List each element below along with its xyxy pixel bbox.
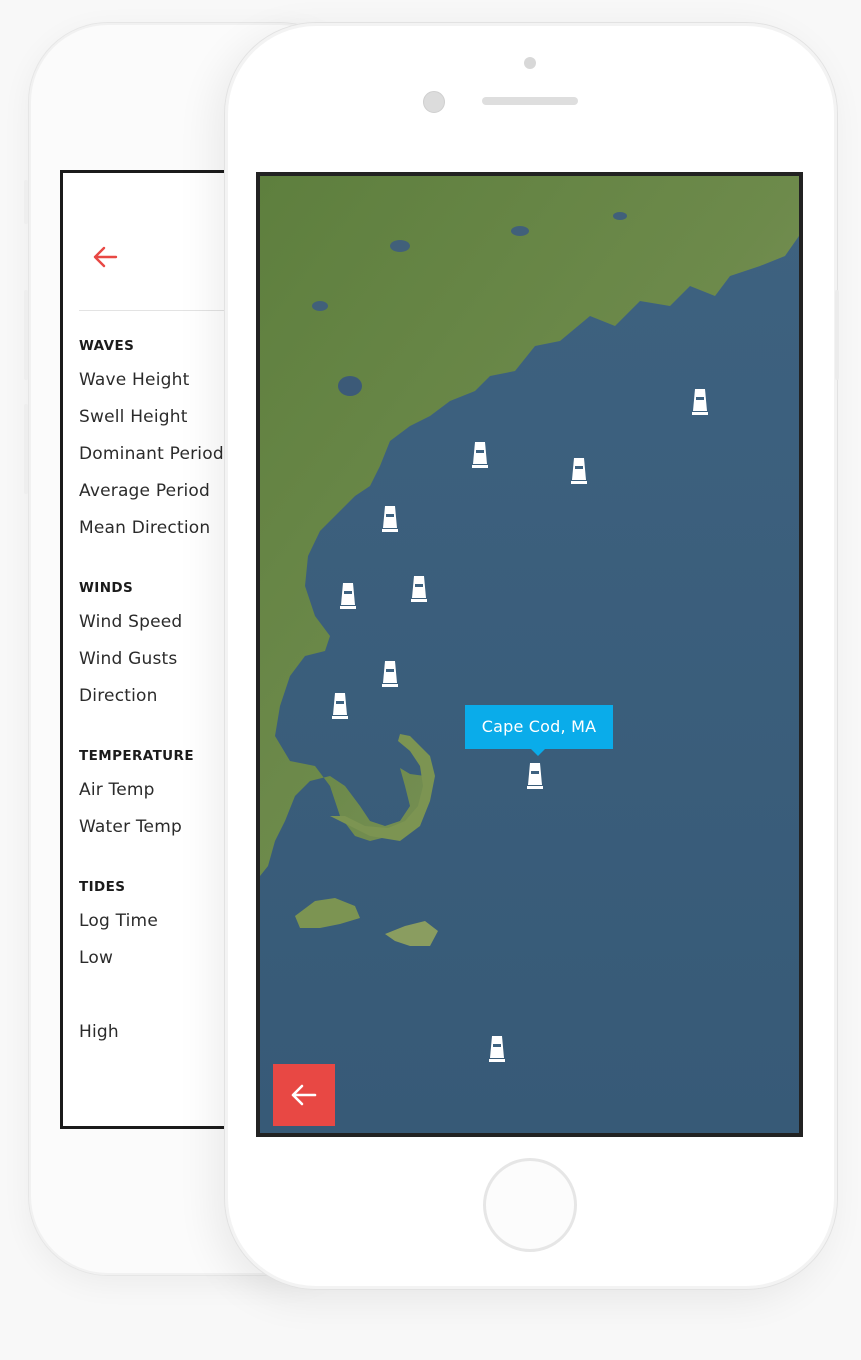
menu-item-direction[interactable]: Direction (79, 684, 182, 721)
lake (338, 376, 362, 396)
back-phone-side-button (24, 180, 28, 224)
proximity-sensor (524, 57, 536, 69)
lake (312, 301, 328, 311)
back-phone-side-button (24, 290, 28, 380)
back-arrow-icon (291, 1084, 317, 1106)
menu-section-temperature: TEMPERATURE Air Temp Water Temp (79, 746, 194, 852)
section-heading: WINDS (79, 580, 134, 596)
lake (613, 212, 627, 220)
section-heading: TIDES (79, 879, 126, 895)
home-button[interactable] (483, 1158, 577, 1252)
menu-toggle-button[interactable] (273, 1064, 335, 1126)
menu-item-log-time[interactable]: Log Time (79, 909, 158, 946)
menu-item-spacer (79, 983, 158, 1020)
earpiece-speaker (482, 97, 578, 105)
lake (390, 240, 410, 252)
menu-item-low[interactable]: Low (79, 946, 158, 983)
menu-item-wave-height[interactable]: Wave Height (79, 368, 224, 405)
menu-item-wind-gusts[interactable]: Wind Gusts (79, 647, 182, 684)
menu-item-water-temp[interactable]: Water Temp (79, 815, 194, 852)
menu-item-air-temp[interactable]: Air Temp (79, 778, 194, 815)
front-phone-power-button (835, 290, 839, 380)
menu-item-dominant-period[interactable]: Dominant Period (79, 442, 224, 479)
menu-item-high[interactable]: High (79, 1020, 158, 1057)
section-heading: WAVES (79, 338, 135, 354)
menu-item-mean-direction[interactable]: Mean Direction (79, 516, 224, 553)
section-heading: TEMPERATURE (79, 748, 194, 764)
map-screen: Cape Cod, MA (256, 172, 803, 1137)
back-phone-side-button (24, 404, 28, 494)
menu-section-waves: WAVES Wave Height Swell Height Dominant … (79, 336, 224, 553)
menu-section-tides: TIDES Log Time Low High (79, 877, 158, 1057)
menu-screen: WAVES Wave Height Swell Height Dominant … (60, 170, 235, 1129)
back-arrow-icon[interactable] (89, 241, 121, 273)
location-popup[interactable]: Cape Cod, MA (465, 705, 613, 756)
menu-section-winds: WINDS Wind Speed Wind Gusts Direction (79, 578, 182, 721)
menu-divider (79, 310, 235, 311)
front-camera (423, 91, 445, 113)
satellite-map[interactable]: Cape Cod, MA (260, 176, 799, 1133)
lake (511, 226, 529, 236)
menu-item-swell-height[interactable]: Swell Height (79, 405, 224, 442)
menu-item-average-period[interactable]: Average Period (79, 479, 224, 516)
map-canvas (260, 176, 799, 1133)
menu-item-wind-speed[interactable]: Wind Speed (79, 610, 182, 647)
menu-panel: WAVES Wave Height Swell Height Dominant … (63, 173, 235, 1126)
